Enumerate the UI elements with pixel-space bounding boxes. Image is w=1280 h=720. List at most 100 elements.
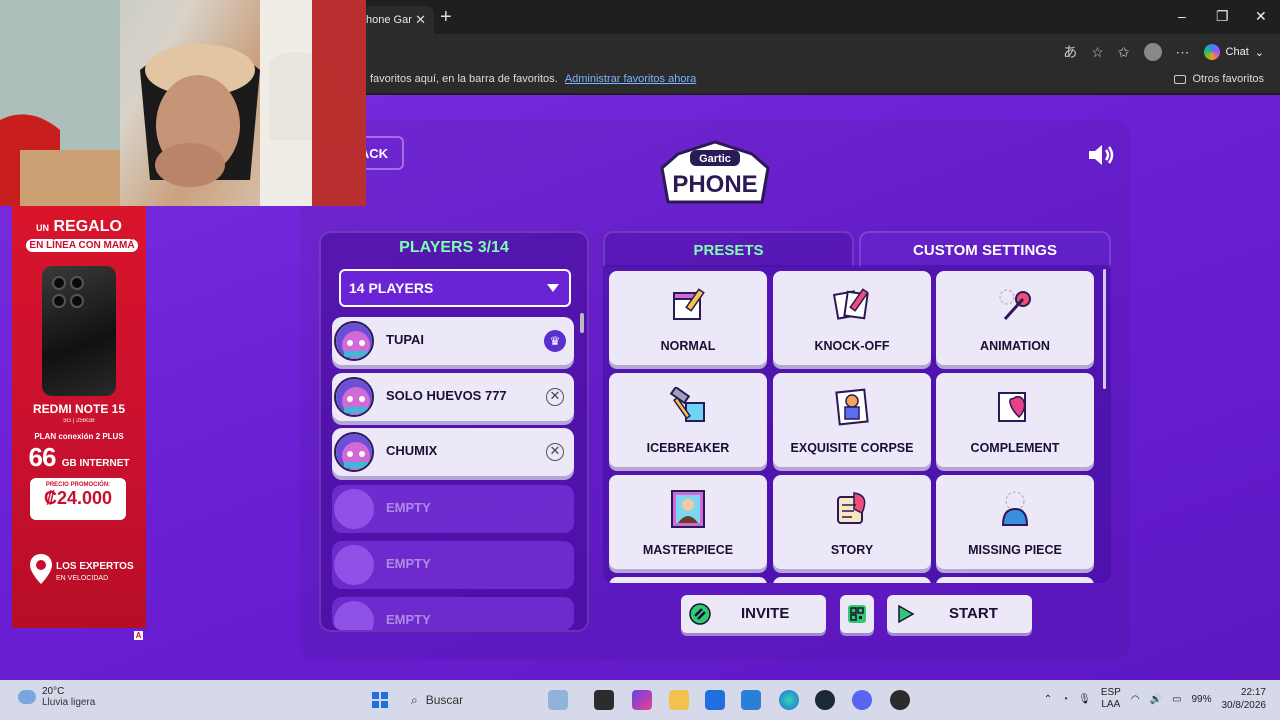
new-tab-icon[interactable]: + bbox=[440, 7, 452, 27]
tab-title: hone Gar bbox=[366, 14, 412, 26]
preset-card-partial[interactable] bbox=[936, 577, 1094, 583]
profile-avatar[interactable] bbox=[1143, 43, 1162, 61]
more-menu-icon[interactable]: ⋯ bbox=[1176, 44, 1190, 61]
empty-label: EMPTY bbox=[386, 612, 431, 627]
language-indicator[interactable]: ESP LAA bbox=[1101, 687, 1121, 711]
player-slot: CHUMIX ✕ bbox=[332, 428, 574, 476]
preset-icebreaker[interactable]: ICEBREAKER bbox=[609, 373, 767, 467]
notepad-pencil-icon bbox=[673, 288, 705, 320]
tray-chevron-icon[interactable]: ⌃ bbox=[1044, 694, 1052, 705]
settings-tabs: PRESETS CUSTOM SETTINGS bbox=[603, 231, 1111, 267]
preset-knock-off[interactable]: KNOCK-OFF bbox=[773, 271, 931, 365]
steam-icon[interactable] bbox=[815, 690, 835, 710]
favorites-list-icon[interactable]: ✩ bbox=[1118, 44, 1130, 61]
weather-widget[interactable]: 20°C Lluvia ligera bbox=[18, 686, 95, 708]
translate-icon[interactable]: あ bbox=[1063, 42, 1077, 62]
clock[interactable]: 22:17 30/8/2026 bbox=[1222, 686, 1267, 712]
chat-button[interactable]: Chat ⌄ bbox=[1203, 44, 1264, 60]
outlook-icon[interactable] bbox=[741, 690, 761, 710]
logo-bottom-text: PHONE bbox=[672, 171, 757, 198]
preset-missing-piece[interactable]: MISSING PIECE bbox=[936, 475, 1094, 569]
windows-start-icon[interactable] bbox=[372, 692, 388, 708]
player-count-select[interactable]: 14 PLAYERS bbox=[339, 269, 571, 307]
animation-icon bbox=[999, 289, 1031, 321]
kick-player-icon[interactable]: ✕ bbox=[546, 443, 564, 461]
complement-icon bbox=[998, 392, 1026, 422]
minimize-icon[interactable]: – bbox=[1178, 8, 1186, 24]
qr-code-icon bbox=[848, 605, 866, 623]
player-avatar bbox=[334, 377, 374, 417]
taskbar-search[interactable]: ⌕ Buscar bbox=[403, 688, 533, 712]
obs-icon[interactable] bbox=[890, 690, 910, 710]
start-button[interactable]: START bbox=[887, 595, 1032, 633]
ad-experts-title: LOS EXPERTOS bbox=[56, 561, 134, 572]
task-view-icon[interactable] bbox=[594, 690, 614, 710]
close-window-icon[interactable]: ✕ bbox=[1255, 8, 1267, 25]
preset-masterpiece[interactable]: MASTERPIECE bbox=[609, 475, 767, 569]
presets-scrollbar[interactable] bbox=[1103, 269, 1106, 389]
gartic-phone-logo: Gartic PHONE bbox=[660, 140, 770, 204]
manage-favorites-link[interactable]: Administrar favoritos ahora bbox=[565, 73, 696, 85]
store-icon[interactable] bbox=[705, 690, 725, 710]
ad-headline-text: REGALO bbox=[53, 218, 122, 235]
discord-icon[interactable] bbox=[852, 690, 872, 710]
lang-code: ESP bbox=[1100, 687, 1121, 698]
preset-story[interactable]: STORY bbox=[773, 475, 931, 569]
copilot-taskbar-icon[interactable] bbox=[632, 690, 652, 710]
empty-avatar-icon bbox=[334, 601, 374, 630]
logo-top-text: Gartic bbox=[699, 153, 731, 165]
edge-browser-icon[interactable] bbox=[779, 690, 799, 710]
shark-app-icon[interactable] bbox=[548, 690, 568, 710]
ad-price-box: PRECIO PROMOCIÓN: ₡24.000 bbox=[30, 478, 126, 520]
maximize-icon[interactable]: ❐ bbox=[1216, 8, 1229, 25]
favorite-star-icon[interactable]: ☆ bbox=[1091, 44, 1104, 61]
preset-normal[interactable]: NORMAL bbox=[609, 271, 767, 365]
browser-tab[interactable]: hone Gar ✕ bbox=[362, 6, 434, 34]
ad-subheadline: EN LÍNEA CON MAMÁ bbox=[26, 239, 138, 252]
empty-slot: EMPTY bbox=[332, 485, 574, 533]
exquisite-corpse-icon bbox=[835, 388, 869, 426]
advertisement-panel[interactable]: UN REGALO EN LÍNEA CON MAMÁ REDMI NOTE 1… bbox=[12, 206, 146, 628]
ad-experts-sub: EN VELOCIDAD bbox=[56, 575, 109, 582]
preset-card-partial[interactable] bbox=[773, 577, 931, 583]
host-crown-icon: ♛ bbox=[544, 330, 566, 352]
battery-icon[interactable]: ▭ bbox=[1172, 694, 1181, 705]
cards-pencil-icon bbox=[832, 288, 869, 320]
ad-gb-unit: GB INTERNET bbox=[61, 458, 130, 469]
preset-label: EXQUISITE CORPSE bbox=[790, 441, 914, 455]
file-explorer-icon[interactable] bbox=[669, 690, 689, 710]
ad-phone-spec: 5G | 256GB bbox=[63, 418, 95, 424]
preset-complement[interactable]: COMPLEMENT bbox=[936, 373, 1094, 467]
network-icon[interactable]: ◔ bbox=[1062, 694, 1068, 705]
preset-animation[interactable]: ANIMATION bbox=[936, 271, 1094, 365]
tab-custom-settings[interactable]: CUSTOM SETTINGS bbox=[859, 231, 1111, 267]
empty-avatar-icon bbox=[334, 545, 374, 585]
tab-presets[interactable]: PRESETS bbox=[603, 231, 854, 267]
copilot-icon bbox=[1203, 44, 1220, 60]
ad-phone-model: REDMI NOTE 15 bbox=[32, 402, 125, 416]
qr-code-button[interactable] bbox=[840, 595, 874, 633]
presets-grid: NORMAL KNOCK-OFF ANIMATION ICEBREAKER EX… bbox=[603, 265, 1111, 583]
microphone-icon[interactable]: 🎙 bbox=[1078, 694, 1091, 705]
player-slot: TUPAI ♛ bbox=[332, 317, 574, 365]
favbar-text: favoritos aquí, en la barra de favoritos… bbox=[370, 73, 558, 85]
volume-icon[interactable]: 🔊 bbox=[1150, 694, 1162, 705]
player-name: TUPAI bbox=[386, 332, 425, 347]
preset-label: MISSING PIECE bbox=[968, 543, 1062, 557]
other-favorites[interactable]: Otros favoritos bbox=[1174, 73, 1264, 85]
preset-exquisite-corpse[interactable]: EXQUISITE CORPSE bbox=[773, 373, 931, 467]
tab-custom-label: CUSTOM SETTINGS bbox=[913, 241, 1057, 259]
close-tab-icon[interactable]: ✕ bbox=[415, 12, 426, 28]
kick-player-icon[interactable]: ✕ bbox=[546, 388, 564, 406]
lang-sub: LAA bbox=[1101, 699, 1121, 710]
system-tray: ⌃ ◔ 🎙 ESP LAA ◠ 🔊 ▭ 99% 22:17 30/8/2026 bbox=[1044, 686, 1266, 712]
ad-plan: PLAN conexión 2 PLUS bbox=[34, 432, 124, 441]
wifi-icon[interactable]: ◠ bbox=[1131, 694, 1140, 705]
preset-card-partial[interactable] bbox=[609, 577, 767, 583]
invite-button[interactable]: INVITE bbox=[681, 595, 826, 633]
link-icon bbox=[689, 603, 711, 625]
clock-time: 22:17 bbox=[1240, 687, 1266, 698]
players-scrollbar[interactable] bbox=[580, 313, 584, 333]
preset-label: NORMAL bbox=[660, 339, 716, 353]
sound-icon[interactable] bbox=[1087, 144, 1115, 166]
